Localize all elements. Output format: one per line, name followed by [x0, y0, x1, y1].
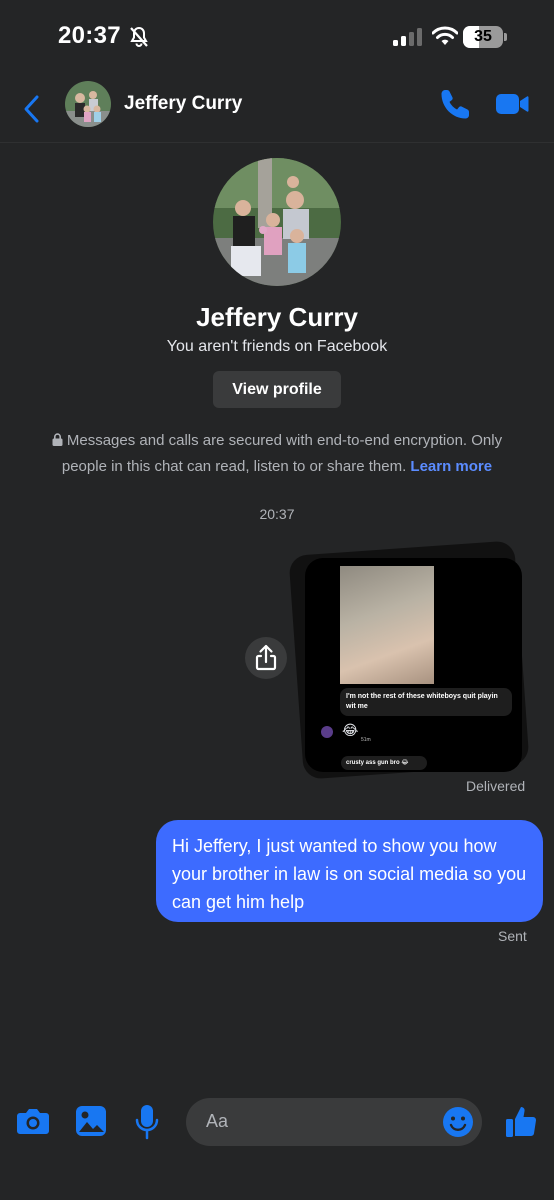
thumbs-up-icon[interactable] — [505, 1104, 537, 1138]
header-divider — [0, 142, 554, 143]
status-time: 20:37 — [58, 22, 121, 49]
message-input-placeholder: Aa — [206, 1111, 229, 1131]
delivered-status: Delivered — [466, 778, 526, 794]
sent-message-bubble[interactable]: Hi Jeffery, I just wanted to show you ho… — [156, 820, 543, 922]
battery-level: 35 — [474, 28, 492, 45]
header-avatar[interactable] — [65, 81, 111, 127]
screenshot-avatar — [321, 726, 333, 738]
view-profile-button[interactable]: View profile — [213, 371, 341, 408]
screenshot-caption: I'm not the rest of these whiteboys quit… — [340, 688, 512, 716]
encryption-notice: Messages and calls are secured with end-… — [30, 428, 524, 480]
friendship-status: You aren't friends on Facebook — [166, 338, 388, 355]
screenshot-emoji: 😂 — [342, 722, 359, 738]
sent-status: Sent — [498, 928, 527, 944]
back-chevron-icon[interactable] — [20, 94, 44, 124]
share-button[interactable] — [245, 637, 287, 679]
learn-more-link[interactable]: Learn more — [410, 458, 492, 475]
screenshot-time: 51m — [361, 737, 371, 743]
contact-name[interactable]: Jeffery Curry — [124, 93, 242, 115]
screenshot-reply: crusty ass gun bro 😂 — [341, 756, 427, 770]
profile-photo[interactable] — [213, 158, 341, 286]
phone-call-icon[interactable] — [440, 88, 472, 120]
gallery-icon[interactable] — [75, 1105, 107, 1137]
message-input[interactable]: Aa — [186, 1098, 482, 1146]
wifi-icon — [432, 26, 458, 45]
lock-icon — [52, 433, 63, 446]
profile-name: Jeffery Curry — [196, 302, 358, 332]
gun-photo — [340, 566, 434, 684]
share-icon — [255, 644, 277, 671]
cell-signal-icon — [393, 28, 422, 46]
microphone-icon[interactable] — [135, 1104, 159, 1140]
silent-bell-icon — [130, 26, 148, 47]
emoji-icon[interactable] — [442, 1106, 474, 1138]
video-call-icon[interactable] — [495, 90, 529, 118]
battery-icon: 35 — [463, 26, 507, 48]
camera-icon[interactable] — [16, 1106, 50, 1136]
message-timestamp: 20:37 — [259, 506, 295, 522]
shared-screenshot-image[interactable]: I'm not the rest of these whiteboys quit… — [305, 558, 522, 772]
